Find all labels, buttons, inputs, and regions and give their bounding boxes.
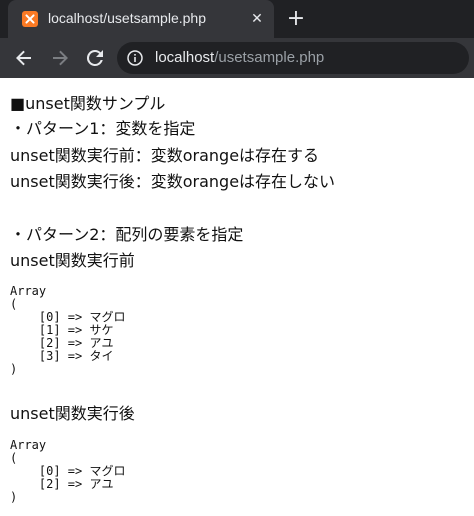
forward-arrow-icon[interactable] <box>48 46 72 70</box>
page-heading: ■unset関数サンプル <box>10 94 166 113</box>
page-content: ■unset関数サンプル ・パターン1：変数を指定 unset関数実行前：変数o… <box>0 78 474 516</box>
tab-close-icon[interactable]: ✕ <box>247 9 267 29</box>
array-dump-after: Array ( [0] => マグロ [2] => アユ ) <box>10 438 126 504</box>
url-text[interactable]: localhost/usetsample.php <box>155 49 324 66</box>
pattern1-title: ・パターン1：変数を指定 <box>10 119 196 138</box>
pattern2-before-label: unset関数実行前 <box>10 251 135 270</box>
browser-toolbar: localhost/usetsample.php <box>0 38 474 78</box>
new-tab-icon[interactable]: + <box>284 7 308 31</box>
tab-strip: localhost/usetsample.php ✕ + <box>0 0 474 38</box>
reload-icon[interactable] <box>83 46 107 70</box>
array-dump-before: Array ( [0] => マグロ [1] => サケ [2] => アユ [… <box>10 284 126 376</box>
pattern1-after: unset関数実行後：変数orangeは存在しない <box>10 172 336 191</box>
pattern1-before: unset関数実行前：変数orangeは存在する <box>10 146 320 165</box>
pattern2-title: ・パターン2：配列の要素を指定 <box>10 225 244 244</box>
pattern2-after-label: unset関数実行後 <box>10 404 135 423</box>
tab-title: localhost/usetsample.php <box>48 10 206 26</box>
url-path: /usetsample.php <box>214 49 325 66</box>
info-icon[interactable] <box>127 50 143 66</box>
url-host: localhost <box>155 49 215 66</box>
browser-tab[interactable]: localhost/usetsample.php ✕ <box>8 0 274 38</box>
xampp-favicon-icon <box>22 11 38 27</box>
back-arrow-icon[interactable] <box>12 46 36 70</box>
address-bar[interactable]: localhost/usetsample.php <box>117 42 469 74</box>
